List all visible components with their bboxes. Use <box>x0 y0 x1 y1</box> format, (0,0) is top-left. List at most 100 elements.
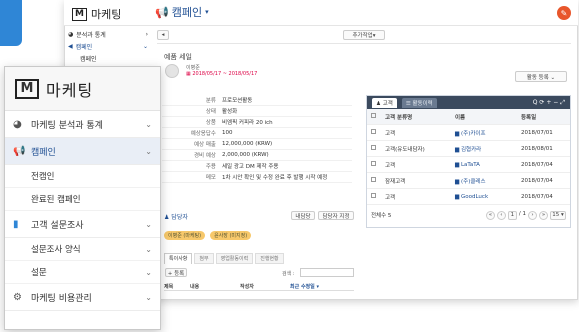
sidebar-sub-all-campaigns[interactable]: 전캠인 <box>5 165 160 188</box>
chevron-down-icon: ⌄ <box>145 292 152 302</box>
page-title[interactable]: 📢 캠페인 ▾ <box>155 4 209 20</box>
search-input[interactable] <box>300 268 354 277</box>
campaign-name: 예품 세일 <box>164 53 192 61</box>
assign-user-button[interactable]: 담당자 지정 <box>318 211 354 220</box>
list-icon: ☰ <box>405 100 413 107</box>
campaign-details: 분류 프로모션활동 상태 활성화 상품 비엠픽 커피라 20 ich 예상응답수 100… <box>162 95 352 183</box>
table-header-row: 고객 분류명 이름 등록일 <box>367 109 570 125</box>
chevron-down-icon: ⌄ <box>142 42 148 50</box>
divider <box>157 43 571 44</box>
checkbox[interactable] <box>367 129 381 136</box>
sidebar-sub-survey[interactable]: 설문 ⌄ <box>5 261 160 284</box>
chevron-down-icon: ⌄ <box>145 267 152 277</box>
tab-activity-history[interactable]: ☰ 활동이력 <box>401 97 437 108</box>
back-menu-campaign[interactable]: ◀ 캠페인 ⌄ <box>68 40 148 52</box>
assignee-pill[interactable]: 윤사장 (미지정) <box>210 231 252 240</box>
back-sub-campaign[interactable]: 캠페인 <box>68 52 148 64</box>
back-sidebar: ◕ 분석과 통계 › ◀ 캠페인 ⌄ 캠페인 <box>68 28 148 64</box>
sidebar-card: M 마케팅 ◕ 마케팅 분석과 통계 ⌄ 📢 캠페인 ⌄ 전캠인 완료된 캠페인… <box>4 66 161 330</box>
megaphone-icon: 📢 <box>155 5 169 19</box>
chart-pie-icon: ◕ <box>13 118 22 130</box>
chevron-down-icon: ⌄ <box>145 244 152 254</box>
back-logo-text: 마케팅 <box>91 8 122 21</box>
top-bar <box>64 0 578 26</box>
tab-progress[interactable]: 진행현황 <box>255 253 284 264</box>
sidebar-logo[interactable]: M 마케팅 <box>5 67 160 111</box>
checkbox[interactable] <box>367 193 381 200</box>
back-logo[interactable]: M 마케팅 <box>72 6 121 22</box>
edit-badge[interactable]: ✎ <box>557 6 571 20</box>
sidebar-sub-completed-campaigns[interactable]: 완료된 캠페인 <box>5 188 160 211</box>
sidebar-item-campaign[interactable]: 📢 캠페인 ⌄ <box>5 138 160 165</box>
prev-page-button[interactable]: ‹ <box>496 210 506 220</box>
tab-attachments[interactable]: 첨부 <box>194 253 214 264</box>
my-assignee-button[interactable]: 내담당 <box>291 211 315 220</box>
owner-name: 이병준 <box>186 65 200 71</box>
blue-accent-tab <box>0 0 22 46</box>
gear-icon: ⚙ <box>13 291 22 303</box>
page-size-select[interactable]: 15 ▾ <box>550 210 566 220</box>
chevron-down-icon: ⌄ <box>145 146 152 156</box>
tab-sales-history[interactable]: 영업활동이력 <box>215 253 254 264</box>
pencil-icon: ✎ <box>560 8 568 18</box>
chevron-down-icon: ▾ <box>205 8 209 16</box>
sidebar-sub-survey-form[interactable]: 설문조사 양식 ⌄ <box>5 238 160 261</box>
search-label: 검색 : <box>282 271 295 277</box>
table-row[interactable]: 잠재고객 ▆ (주)클레스 2018/07/04 <box>367 173 570 189</box>
logo-mark: M <box>15 78 39 99</box>
sidebar-item-survey[interactable]: ▮ 고객 설문조사 ⌄ <box>5 211 160 238</box>
next-page-button[interactable]: › <box>528 210 537 220</box>
table-toolbar: ♟ 고객 ☰ 활동이력 Q ⟳ + − ⤢ <box>367 96 570 109</box>
table-row[interactable]: 고객 ▆ (주)카이프 2018/07/01 <box>367 125 570 141</box>
person-icon: ♟ <box>376 100 383 107</box>
first-page-button[interactable]: « <box>485 210 495 220</box>
detail-row: 예상 매출 12,000,000 (KRW) <box>162 139 352 150</box>
page-number-input[interactable]: 1 <box>507 210 517 220</box>
notes-list-header: 제목 내용 작성자 최근 수정일 ▾ <box>164 283 354 291</box>
chart-pie-icon: ◕ <box>68 30 74 38</box>
checkbox[interactable] <box>367 145 381 152</box>
back-button[interactable]: ◂ <box>157 30 169 40</box>
assignee-pill[interactable]: 이병준 (마케팅) <box>164 231 206 240</box>
add-record-button[interactable]: + 등록 <box>165 268 187 277</box>
pager: « ‹ 1 / 1 › » 15 ▾ <box>485 210 566 220</box>
sidebar-item-analytics[interactable]: ◕ 마케팅 분석과 통계 ⌄ <box>5 111 160 138</box>
checkbox[interactable] <box>367 113 381 120</box>
table-row[interactable]: 고객 ▆ LaTaTA 2018/07/04 <box>367 157 570 173</box>
megaphone-icon: 📢 <box>13 145 26 157</box>
table-row[interactable]: 고객 ▆ GoodLuck 2018/07/04 <box>367 189 570 205</box>
sidebar-item-cost[interactable]: ⚙ 마케팅 비용관리 ⌄ <box>5 284 160 311</box>
assignee-pills: 이병준 (마케팅) 윤사장 (미지정) <box>164 231 252 240</box>
checkbox[interactable] <box>367 177 381 184</box>
page-total: / 1 <box>518 210 526 217</box>
table-footer: 전체수 5 « ‹ 1 / 1 › » 15 ▾ <box>367 205 570 225</box>
tab-customers[interactable]: ♟ 고객 <box>372 97 397 108</box>
customer-table: ♟ 고객 ☰ 활동이력 Q ⟳ + − ⤢ 고객 분류명 이름 등록일 고객 ▆… <box>366 95 571 228</box>
back-menu-analytics[interactable]: ◕ 분석과 통계 › <box>68 28 148 40</box>
tab-notes[interactable]: 특이사항 <box>164 253 193 264</box>
detail-row: 상태 활성화 <box>162 106 352 117</box>
page-title-text: 캠페인 <box>171 6 203 19</box>
megaphone-icon: ◀ <box>68 42 73 50</box>
detail-row: 주용 세일 광고 DM 제작 주용 <box>162 161 352 172</box>
chevron-right-icon: › <box>145 30 148 38</box>
last-page-button[interactable]: » <box>539 210 548 220</box>
chevron-down-icon: ⌄ <box>145 219 152 229</box>
bar-chart-icon: ▮ <box>13 218 19 230</box>
add-task-button[interactable]: 추가작업▾ <box>343 30 385 40</box>
total-count: 전체수 5 <box>371 213 392 219</box>
detail-row: 상품 비엠픽 커피라 20 ich <box>162 117 352 128</box>
table-controls[interactable]: Q ⟳ + − ⤢ <box>533 99 565 107</box>
detail-row: 분류 프로모션활동 <box>162 95 352 106</box>
avatar <box>165 64 179 78</box>
logo-text: 마케팅 <box>46 80 94 100</box>
detail-row: 경비 예상 2,000,000 (KRW) <box>162 150 352 161</box>
detail-tabs: 특이사항 첨부 영업활동이력 진행현황 <box>164 253 284 264</box>
assignee-label: ♟ 담당자 <box>164 214 188 221</box>
chevron-down-icon: ⌄ <box>145 119 152 129</box>
logo-mark: M <box>72 7 87 21</box>
checkbox[interactable] <box>367 161 381 168</box>
detail-row: 예상응답수 100 <box>162 128 352 139</box>
register-activity-button[interactable]: 활동 등록 ⌄ <box>515 71 567 82</box>
table-row[interactable]: 고객(유도내담자) ▆ 김협카라 2018/08/01 <box>367 141 570 157</box>
